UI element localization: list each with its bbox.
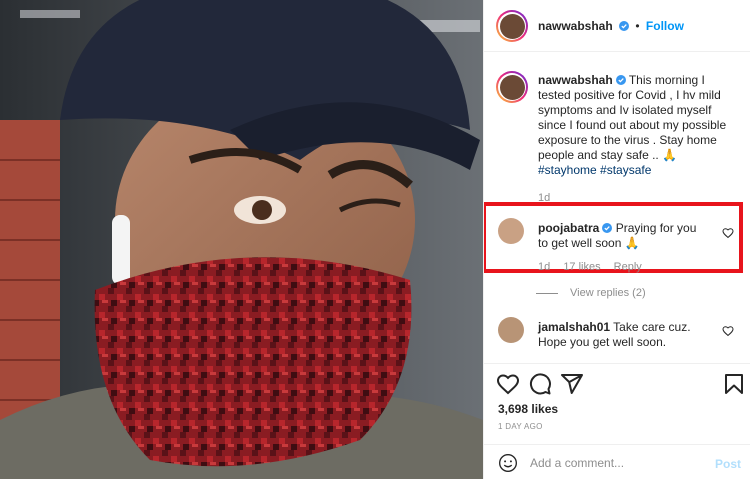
comment-jamalshah01: jamalshah01 Take care cuz. Hope you get … <box>538 320 718 350</box>
comment-text: jamalshah01 Take care cuz. Hope you get … <box>538 320 718 350</box>
comment-text: poojabatra Praying for you to get well s… <box>538 221 708 251</box>
add-comment-bar: Post <box>484 444 750 479</box>
view-replies-line <box>536 292 558 294</box>
comment-username[interactable]: poojabatra <box>538 221 599 235</box>
post-header: nawwabshah • Follow <box>484 0 750 52</box>
like-heart-icon[interactable] <box>496 372 520 396</box>
verified-badge-icon <box>615 75 626 85</box>
caption-avatar[interactable] <box>496 71 528 103</box>
likes-count[interactable]: 3,698 likes <box>498 402 558 416</box>
post-button[interactable]: Post <box>715 457 741 471</box>
separator-dot: • <box>635 19 640 33</box>
posted-ago: 1 DAY AGO <box>498 422 543 431</box>
save-bookmark-icon[interactable] <box>722 372 746 396</box>
post-photo[interactable] <box>0 0 483 479</box>
verified-badge-icon <box>602 223 613 233</box>
post-sidebar: nawwabshah • Follow nawwabshah This morn… <box>483 0 750 479</box>
comment-bubble-icon[interactable] <box>528 372 552 396</box>
verified-badge-icon <box>619 21 630 31</box>
comment-likes[interactable]: 17 likes <box>563 261 600 273</box>
author-username[interactable]: nawwabshah <box>538 19 613 33</box>
author-avatar[interactable] <box>496 10 528 42</box>
like-comment-heart-icon[interactable] <box>722 325 734 337</box>
reply-button[interactable]: Reply <box>614 261 642 273</box>
add-comment-input[interactable] <box>530 452 710 474</box>
caption-username[interactable]: nawwabshah <box>538 73 613 87</box>
comment-avatar-poojabatra[interactable] <box>498 218 524 244</box>
comment-meta: 1d 17 likes Reply <box>538 261 708 273</box>
share-paper-plane-icon[interactable] <box>560 372 584 396</box>
post-actions: 3,698 likes 1 DAY AGO <box>484 363 750 437</box>
comment-username[interactable]: jamalshah01 <box>538 320 610 334</box>
emoji-smile-icon[interactable] <box>498 453 518 473</box>
header-author-line: nawwabshah • Follow <box>538 19 684 33</box>
follow-button[interactable]: Follow <box>646 19 684 33</box>
caption: nawwabshah This morning I tested positiv… <box>538 73 738 204</box>
comment-poojabatra: poojabatra Praying for you to get well s… <box>538 221 708 273</box>
caption-hashtags[interactable]: #stayhome #staysafe <box>538 163 651 177</box>
comments-list[interactable]: nawwabshah This morning I tested positiv… <box>484 53 750 363</box>
comment-avatar-jamalshah01[interactable] <box>498 317 524 343</box>
view-replies-button[interactable]: View replies (2) <box>536 287 646 299</box>
comment-time: 1d <box>538 261 551 273</box>
view-replies-label: View replies (2) <box>570 287 646 299</box>
caption-text: nawwabshah This morning I tested positiv… <box>538 73 738 178</box>
like-comment-heart-icon[interactable] <box>722 227 734 239</box>
